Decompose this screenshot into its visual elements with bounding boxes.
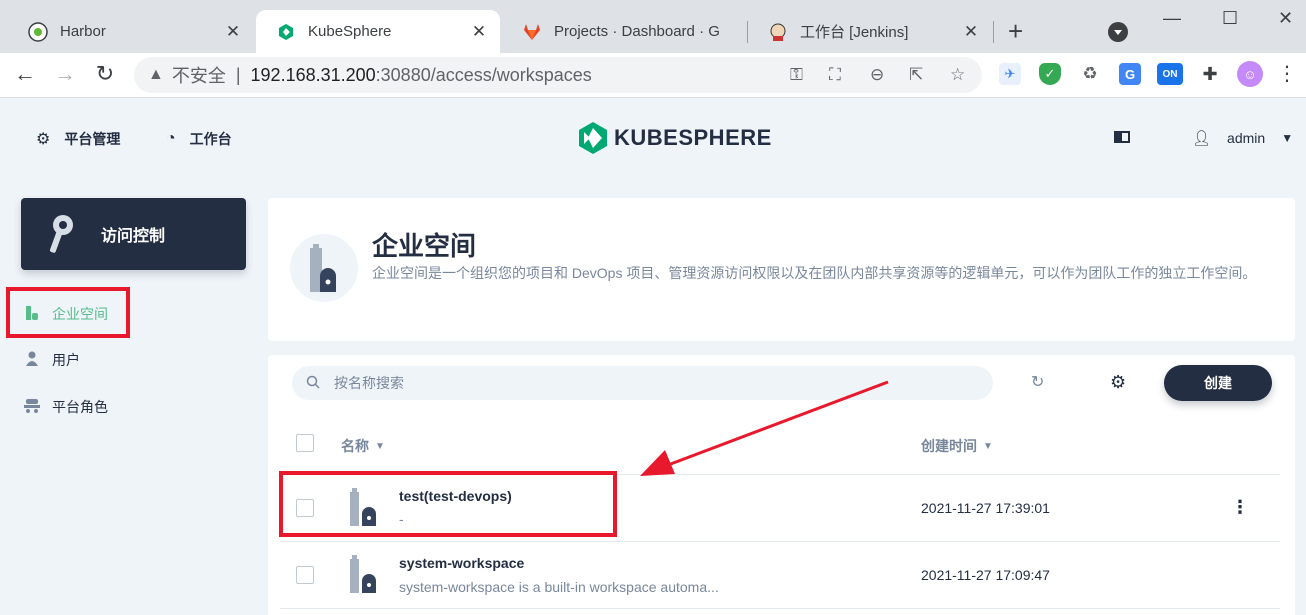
notification-icon[interactable] bbox=[1114, 131, 1130, 143]
tab-title: Projects · Dashboard · G bbox=[554, 23, 720, 40]
user-menu[interactable]: 👤︎ admin ▼ bbox=[1192, 129, 1293, 147]
tab-title: KubeSphere bbox=[308, 23, 392, 40]
workspaces-banner: 企业空间 企业空间是一个组织您的项目和 DevOps 项目、管理资源访问权限以及… bbox=[268, 198, 1295, 341]
tab-harbor[interactable]: Harbor ✕ bbox=[8, 10, 254, 53]
extension-recycle-icon[interactable]: ♻ bbox=[1079, 63, 1101, 85]
user-icon bbox=[24, 351, 40, 370]
warning-icon: ▲ bbox=[148, 66, 164, 83]
dashboard-gauge-icon: ◔ bbox=[166, 130, 176, 147]
kubesphere-logo[interactable]: KUBESPHERE bbox=[578, 122, 772, 154]
page-description: 企业空间是一个组织您的项目和 DevOps 项目、管理资源访问权限以及在团队内部… bbox=[372, 265, 1257, 281]
tab-title: 工作台 [Jenkins] bbox=[800, 24, 909, 41]
address-path: :30880/access/workspaces bbox=[375, 64, 592, 85]
forward-icon[interactable]: → bbox=[52, 61, 78, 87]
insecure-label: 不安全 bbox=[171, 66, 226, 86]
access-control-card: 访问控制 bbox=[21, 198, 246, 270]
window-close-icon[interactable]: ✕ bbox=[1278, 8, 1293, 29]
column-header-created[interactable]: 创建时间 ▼ bbox=[921, 436, 993, 456]
address-bar[interactable]: ▲ 不安全 | 192.168.31.200 :30880/access/wor… bbox=[134, 57, 982, 93]
key-icon bbox=[49, 215, 73, 253]
annotation-highlight-box bbox=[279, 471, 617, 537]
created-time: 2021-11-27 17:09:47 bbox=[921, 567, 1050, 583]
refresh-icon[interactable]: ↻ bbox=[1031, 372, 1044, 392]
sidebar-item-label: 平台角色 bbox=[52, 399, 108, 415]
minimize-icon[interactable]: — bbox=[1163, 8, 1181, 29]
extension-shield-icon[interactable]: ✓ bbox=[1039, 63, 1061, 85]
browser-toolbar: ← → ↻ ▲ 不安全 | 192.168.31.200 :30880/acce… bbox=[0, 53, 1306, 98]
search-placeholder: 按名称搜索 bbox=[334, 375, 404, 391]
column-label: 创建时间 bbox=[921, 438, 977, 454]
search-input[interactable]: 按名称搜索 bbox=[292, 366, 993, 400]
close-icon[interactable]: ✕ bbox=[962, 22, 980, 42]
tab-search-icon[interactable] bbox=[1108, 22, 1128, 42]
logo-text: KUBESPHERE bbox=[614, 125, 772, 150]
tab-gitlab[interactable]: Projects · Dashboard · G bbox=[502, 10, 746, 53]
card-title: 访问控制 bbox=[101, 228, 166, 245]
created-time: 2021-11-27 17:39:01 bbox=[921, 500, 1050, 516]
nav-label: 工作台 bbox=[189, 131, 232, 147]
sidebar-item-platform-roles[interactable]: 平台角色 bbox=[24, 397, 108, 417]
gear-icon: ⚙ bbox=[36, 131, 51, 148]
column-header-name[interactable]: 名称 ▼ bbox=[341, 436, 385, 456]
key-icon[interactable]: ⚿ bbox=[790, 65, 803, 85]
gitlab-favicon-icon bbox=[522, 22, 542, 42]
user-avatar-icon: 👤︎ bbox=[1192, 130, 1212, 147]
role-icon bbox=[24, 398, 40, 416]
profile-avatar-icon[interactable]: ☺ bbox=[1237, 61, 1263, 87]
kubesphere-favicon-icon bbox=[276, 22, 296, 42]
share-icon[interactable]: ⇱ bbox=[909, 65, 923, 85]
create-button[interactable]: 创建 bbox=[1164, 365, 1272, 401]
nav-workbench[interactable]: ◔ 工作台 bbox=[166, 129, 232, 149]
workspace-name[interactable]: system-workspace bbox=[399, 555, 524, 571]
address-host: 192.168.31.200 bbox=[250, 64, 376, 85]
search-icon bbox=[306, 375, 320, 392]
close-icon[interactable]: ✕ bbox=[470, 22, 488, 42]
nav-label: 平台管理 bbox=[64, 131, 121, 147]
zoom-icon[interactable]: ⊖ bbox=[870, 65, 884, 85]
workspace-banner-icon bbox=[290, 234, 358, 302]
tab-jenkins[interactable]: 工作台 [Jenkins] ✕ bbox=[748, 10, 992, 53]
row-checkbox[interactable] bbox=[296, 566, 314, 584]
address-separator: | bbox=[235, 64, 241, 85]
browser-tab-bar: Harbor ✕ KubeSphere ✕ Projects · Dashboa… bbox=[0, 0, 1306, 53]
reload-icon[interactable]: ↻ bbox=[92, 61, 118, 87]
jenkins-favicon-icon bbox=[768, 22, 788, 42]
row-divider bbox=[280, 541, 1280, 542]
sidebar-item-label: 用户 bbox=[52, 352, 80, 368]
sidebar-item-users[interactable]: 用户 bbox=[24, 350, 80, 370]
nav-platform-management[interactable]: ⚙ 平台管理 bbox=[36, 129, 120, 149]
translate-icon[interactable]: ⛶ bbox=[829, 65, 841, 85]
kubesphere-logo-icon bbox=[579, 122, 607, 154]
app-header: ⚙ 平台管理 ◔ 工作台 KUBESPHERE 👤︎ admin ▼ bbox=[0, 99, 1306, 179]
extension-google-translate-icon[interactable]: G bbox=[1119, 63, 1141, 85]
maximize-icon[interactable]: ☐ bbox=[1222, 8, 1238, 29]
sort-caret-icon: ▼ bbox=[983, 440, 993, 452]
close-icon[interactable]: ✕ bbox=[224, 22, 242, 42]
bookmark-star-icon[interactable]: ☆ bbox=[950, 65, 965, 85]
user-name: admin bbox=[1227, 130, 1266, 146]
workspace-icon bbox=[350, 555, 376, 593]
new-tab-icon[interactable]: + bbox=[1008, 18, 1023, 44]
harbor-favicon-icon bbox=[28, 21, 48, 42]
extensions-puzzle-icon[interactable]: ✚ bbox=[1199, 63, 1221, 85]
chevron-down-icon: ▼ bbox=[1281, 131, 1294, 145]
more-actions-icon[interactable]: ⋮ bbox=[1231, 497, 1249, 518]
tab-divider bbox=[993, 21, 994, 43]
browser-menu-icon[interactable]: ⋮ bbox=[1274, 61, 1300, 87]
extension-bird-icon[interactable]: ✈ bbox=[999, 63, 1021, 85]
row-divider bbox=[280, 608, 1280, 609]
page-title: 企业空间 bbox=[372, 231, 477, 261]
column-label: 名称 bbox=[341, 438, 369, 454]
select-all-checkbox[interactable] bbox=[296, 434, 314, 452]
tab-kubesphere[interactable]: KubeSphere ✕ bbox=[256, 10, 500, 53]
workspace-description: system-workspace is a built-in workspace… bbox=[399, 579, 719, 595]
extension-on-toggle-icon[interactable]: ON bbox=[1157, 63, 1183, 85]
sort-caret-icon: ▼ bbox=[375, 440, 385, 452]
annotation-highlight-box bbox=[6, 287, 130, 338]
settings-gear-icon[interactable]: ⚙ bbox=[1110, 372, 1126, 393]
back-icon[interactable]: ← bbox=[12, 61, 38, 87]
tab-title: Harbor bbox=[60, 23, 106, 40]
